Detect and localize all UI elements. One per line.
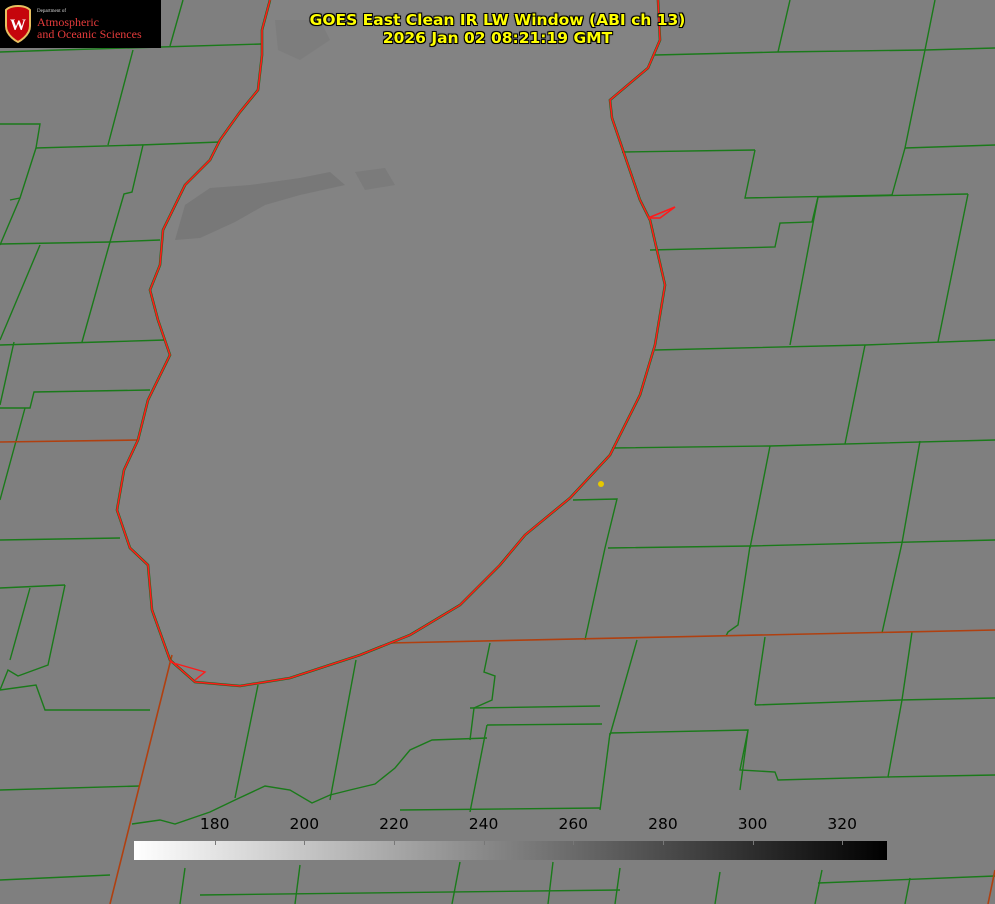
logo-line-2: and Oceanic Sciences — [37, 26, 142, 41]
colorbar-tick-label: 240 — [468, 815, 499, 833]
uw-crest-icon: W — [5, 4, 31, 44]
logo-text: Department of Atmospheric and Oceanic Sc… — [37, 9, 142, 40]
colorbar-tick-label: 300 — [737, 815, 768, 833]
colorbar-tick-label: 260 — [558, 815, 589, 833]
logo-line-1: Atmospheric — [37, 14, 99, 29]
colorbar-tick-mark — [393, 841, 395, 845]
colorbar-tick-label: 280 — [648, 815, 678, 833]
colorbar-tick-mark — [304, 841, 306, 845]
satellite-map — [0, 0, 995, 904]
colorbar-tick-label: 200 — [289, 815, 320, 833]
colorbar-tick-labels: 180 200 220 240 260 280 300 320 — [134, 815, 887, 835]
uw-aos-logo[interactable]: W Department of Atmospheric and Oceanic … — [0, 0, 161, 48]
logo-dept: Department of — [37, 8, 67, 14]
svg-text:W: W — [10, 17, 26, 34]
colorbar-tick-label: 220 — [379, 815, 409, 833]
colorbar-tick-mark — [214, 841, 216, 845]
colorbar-tick-mark — [483, 841, 485, 845]
colorbar — [134, 841, 887, 860]
colorbar-tick-mark — [842, 841, 844, 845]
colorbar-tick-label: 320 — [827, 815, 857, 833]
colorbar-tick-mark — [752, 841, 754, 845]
station-marker — [598, 481, 604, 487]
colorbar-tick-mark — [573, 841, 575, 845]
colorbar-tick-mark — [662, 841, 664, 845]
colorbar-tick-label: 180 — [199, 815, 230, 833]
